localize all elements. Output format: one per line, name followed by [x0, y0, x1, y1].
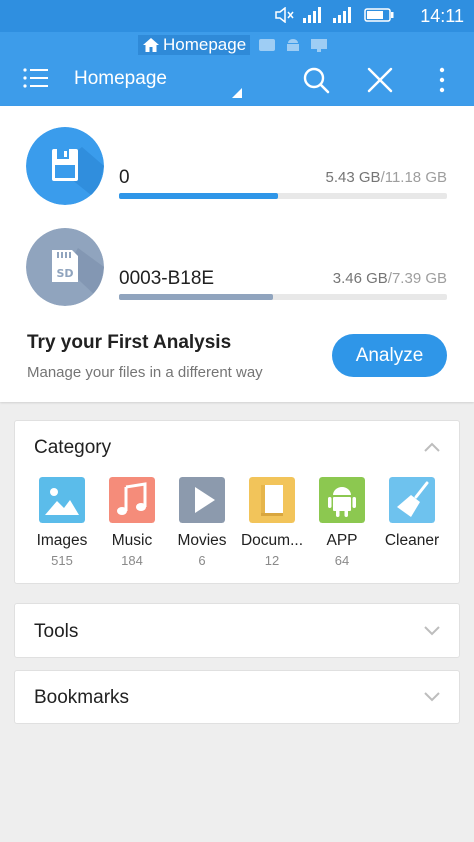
bookmarks-title: Bookmarks: [34, 687, 130, 708]
tools-title: Tools: [34, 621, 79, 642]
category-count: 184: [121, 553, 143, 568]
analyze-button[interactable]: Analyze: [332, 334, 447, 377]
storage-row-sd-card[interactable]: SD 0003-B18E 3.46 GB/7.39 GB: [0, 228, 474, 308]
sd-card-icon: SD: [26, 228, 104, 306]
status-time: 14:11: [420, 6, 464, 26]
category-label: Music: [111, 532, 153, 549]
storage-progress-fill: [119, 294, 273, 300]
category-panel: Category Images 515 Music 184 Movies 6 D…: [14, 420, 460, 584]
bookmarks-panel[interactable]: Bookmarks: [14, 670, 460, 724]
storage-progress-fill: [119, 193, 279, 199]
tab-window-icon[interactable]: [258, 38, 276, 52]
music-icon: [109, 477, 155, 523]
storage-used: 5.43 GB: [325, 169, 381, 186]
window-tabs: Homepage: [138, 34, 328, 56]
battery-icon: [364, 8, 394, 22]
close-icon[interactable]: [366, 66, 394, 94]
document-icon: [249, 477, 295, 523]
category-item-documents[interactable]: Docum... 12: [237, 477, 307, 568]
storage-card: 0 5.43 GB/11.18 GB SD 0003-B18E 3.46 GB/…: [0, 106, 474, 402]
storage-progress-track: [119, 193, 447, 199]
menu-icon[interactable]: [22, 66, 50, 90]
play-icon: [179, 477, 225, 523]
app-header: Homepage Homepage: [0, 32, 474, 106]
storage-row-internal[interactable]: 0 5.43 GB/11.18 GB: [0, 127, 474, 207]
page-title[interactable]: Homepage: [74, 68, 167, 90]
storage-total: /11.18 GB: [380, 169, 447, 186]
signal-2-icon: [333, 7, 351, 23]
tab-monitor-icon[interactable]: [310, 38, 328, 52]
storage-size: 3.46 GB/7.39 GB: [333, 270, 447, 287]
signal-1-icon: [303, 7, 321, 23]
android-icon: [319, 477, 365, 523]
analysis-subtitle: Manage your files in a different way: [27, 364, 263, 381]
category-label: Docum...: [240, 532, 303, 549]
tab-homepage[interactable]: Homepage: [138, 35, 251, 55]
storage-total: /7.39 GB: [387, 270, 447, 287]
category-count: 12: [264, 553, 280, 568]
storage-progress-track: [119, 294, 447, 300]
more-options-icon[interactable]: [428, 66, 456, 94]
status-bar: 14:11: [0, 0, 474, 32]
category-item-images[interactable]: Images 515: [27, 477, 97, 568]
tools-panel[interactable]: Tools: [14, 603, 460, 658]
chevron-up-icon[interactable]: [423, 441, 441, 453]
storage-name: 0003-B18E: [119, 268, 215, 289]
category-title: Category: [34, 437, 112, 458]
category-item-movies[interactable]: Movies 6: [167, 477, 237, 568]
home-icon: [143, 38, 159, 52]
category-label: Cleaner: [384, 532, 440, 549]
category-grid: Images 515 Music 184 Movies 6 Docum... 1…: [27, 477, 447, 568]
search-icon[interactable]: [302, 66, 330, 94]
storage-used: 3.46 GB: [332, 270, 388, 287]
mute-icon: [275, 7, 294, 23]
category-item-music[interactable]: Music 184: [97, 477, 167, 568]
status-icons: [274, 7, 394, 23]
internal-storage-icon: [26, 127, 104, 205]
category-item-cleaner[interactable]: Cleaner: [377, 477, 447, 568]
chevron-down-icon[interactable]: [423, 691, 441, 703]
broom-icon: [389, 477, 435, 523]
image-icon: [39, 477, 85, 523]
chevron-down-icon[interactable]: [423, 625, 441, 637]
category-label: APP: [326, 532, 358, 549]
dropdown-caret-icon[interactable]: [232, 88, 242, 98]
category-count: 64: [334, 553, 350, 568]
tab-android-icon[interactable]: [284, 38, 302, 52]
storage-size: 5.43 GB/11.18 GB: [326, 169, 447, 186]
tab-homepage-label: Homepage: [163, 35, 247, 54]
category-label: Images: [36, 532, 88, 549]
category-label: Movies: [177, 532, 227, 549]
analysis-title: Try your First Analysis: [27, 332, 232, 353]
svg-text:SD: SD: [56, 267, 73, 280]
category-count: 6: [198, 553, 206, 568]
storage-name: 0: [119, 167, 130, 188]
category-item-app[interactable]: APP 64: [307, 477, 377, 568]
category-count: 515: [51, 553, 73, 568]
